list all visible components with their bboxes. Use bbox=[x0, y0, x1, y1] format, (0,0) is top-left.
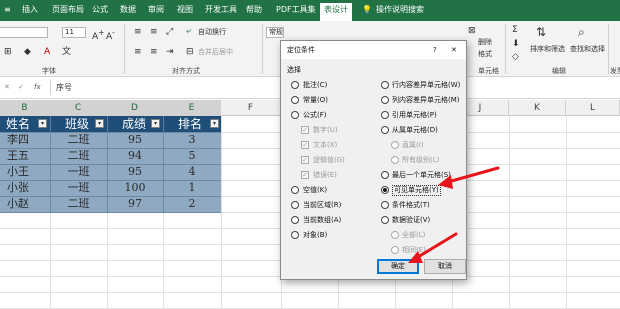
annotation-arrow-visible-cells bbox=[438, 166, 500, 189]
annotation-arrow-ok-button bbox=[408, 232, 458, 263]
annotation-arrows bbox=[408, 166, 500, 263]
